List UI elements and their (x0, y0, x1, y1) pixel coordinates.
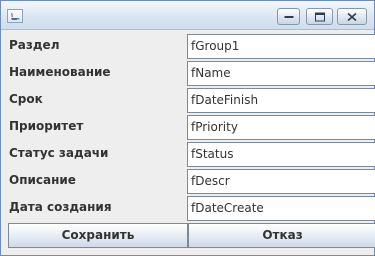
form-row-created-date: Дата создания fDateCreate (7, 196, 375, 222)
form-row-description: Описание fDescr (7, 169, 375, 195)
group-label: Раздел (9, 38, 60, 52)
cancel-button[interactable]: Отказ (188, 223, 375, 248)
created-date-field[interactable]: fDateCreate (187, 196, 375, 221)
status-label: Статус задачи (9, 146, 109, 160)
title-bar[interactable] (1, 1, 374, 30)
close-button[interactable] (337, 8, 367, 25)
maximize-button[interactable] (306, 8, 333, 25)
form-row-priority: Приоритет fPriority (7, 115, 375, 141)
form-row-status: Статус задачи fStatus (7, 142, 375, 168)
java-cup-icon (7, 9, 23, 23)
name-field[interactable]: fName (187, 61, 375, 86)
created-date-label: Дата создания (9, 200, 112, 214)
maximize-icon (314, 12, 325, 21)
priority-field[interactable]: fPriority (187, 115, 375, 140)
form-row-name: Наименование fName (7, 61, 375, 87)
form-row-deadline: Срок fDateFinish (7, 88, 375, 114)
priority-label: Приоритет (9, 119, 84, 133)
name-label: Наименование (9, 65, 111, 79)
close-icon (347, 12, 357, 21)
minimize-icon (284, 15, 293, 18)
group-field[interactable]: fGroup1 (187, 34, 375, 59)
description-label: Описание (9, 173, 76, 187)
deadline-label: Срок (9, 92, 43, 106)
description-field[interactable]: fDescr (187, 169, 375, 194)
button-bar: Сохранить Отказ (8, 223, 375, 248)
deadline-field[interactable]: fDateFinish (187, 88, 375, 113)
minimize-button[interactable] (277, 8, 300, 25)
save-button[interactable]: Сохранить (8, 223, 188, 248)
form-row-group: Раздел fGroup1 (7, 34, 375, 60)
status-field[interactable]: fStatus (187, 142, 375, 167)
dialog-window: Раздел fGroup1 Наименование fName Срок f… (0, 0, 375, 256)
